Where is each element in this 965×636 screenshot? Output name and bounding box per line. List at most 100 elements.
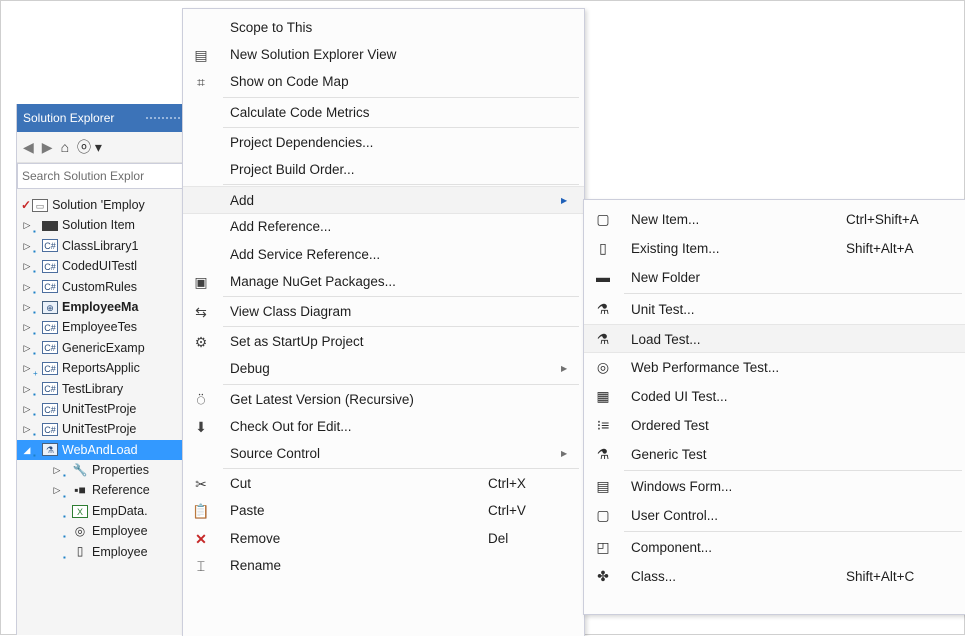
submenu-item-new-item[interactable]: ▢ New Item... Ctrl+Shift+A [584, 205, 965, 234]
menu-item-project-build-order[interactable]: Project Build Order... [183, 156, 584, 184]
submenu-item-label: New Item... [631, 212, 700, 227]
menu-item-scope-to-this[interactable]: Scope to This [183, 14, 584, 42]
submenu-item-new-folder[interactable]: ▬ New Folder [584, 263, 965, 292]
tree-item[interactable]: ▷ ▪ C# ClassLibrary1 [17, 236, 183, 256]
menu-item-project-dependencies[interactable]: Project Dependencies... [183, 129, 584, 157]
menu-item-view-class-diagram[interactable]: ⇆ View Class Diagram [183, 298, 584, 326]
expand-arrow-icon[interactable]: ▷ [21, 419, 33, 439]
solution-explorer-search-input[interactable]: Search Solution Explor [17, 163, 183, 189]
expand-arrow-icon[interactable]: ◢ [21, 440, 33, 460]
menu-item-new-solution-explorer-view[interactable]: ▤ New Solution Explorer View [183, 41, 584, 69]
tree-item[interactable]: ▷ ▪ C# EmployeeTes [17, 317, 183, 337]
expand-arrow-icon[interactable]: ▷ [21, 358, 33, 378]
tree-item[interactable]: ▪ ▯ Employee [17, 542, 183, 562]
folder-icon [42, 220, 58, 231]
expand-arrow-icon[interactable]: ▷ [21, 338, 33, 358]
pending-add-icon: + [33, 369, 38, 379]
menu-item-debug[interactable]: Debug ▶ [183, 355, 584, 383]
tree-item[interactable]: ✓ ▭ Solution 'Employ [17, 195, 183, 215]
menu-item-source-control[interactable]: Source Control ▶ [183, 440, 584, 468]
submenu-item-label: User Control... [631, 508, 719, 523]
expand-arrow-icon[interactable]: ▷ [21, 236, 33, 256]
tree-item[interactable]: ▷ ▪ C# UnitTestProje [17, 399, 183, 419]
menu-item-remove[interactable]: ✕ Remove Del [183, 525, 584, 553]
tree-item[interactable]: ▷ ▪ C# CodedUITestl [17, 256, 183, 276]
submenu-arrow-icon: ▶ [561, 449, 568, 458]
lock-icon: ▪ [63, 471, 66, 481]
expand-arrow-icon[interactable]: ▷ [51, 460, 63, 480]
lock-icon: ▪ [33, 226, 36, 236]
expand-arrow-icon[interactable]: ▷ [21, 256, 33, 276]
lock-icon: ▪ [33, 308, 36, 318]
tree-item[interactable]: ▷ ▪ Solution Item [17, 215, 183, 235]
menu-item-get-latest-version-recursive[interactable]: ⍥ Get Latest Version (Recursive) [183, 386, 584, 414]
submenu-item-label: Generic Test [631, 447, 707, 462]
menu-item-label: Check Out for Edit... [230, 418, 352, 434]
tree-item[interactable]: ◢ ▪ ⚗ WebAndLoad [17, 439, 183, 461]
tree-item[interactable]: ▷ ▪ ⊕ EmployeeMa [17, 297, 183, 317]
home-icon[interactable]: ⌂ [61, 132, 69, 162]
expand-arrow-icon[interactable]: ▷ [51, 480, 63, 500]
submenu-item-class[interactable]: ✤ Class... Shift+Alt+C [584, 562, 965, 591]
submenu-item-windows-form[interactable]: ▤ Windows Form... [584, 472, 965, 501]
expand-arrow-icon[interactable]: ▷ [21, 297, 33, 317]
ordered-test-icon: ⁝≡ [596, 417, 610, 433]
drag-grip[interactable] [145, 116, 183, 121]
wrench-icon: 🔧 [72, 462, 88, 477]
submenu-item-component[interactable]: ◰ Component... [584, 533, 965, 562]
tree-item[interactable]: ▷ ▪ ▪■ Reference [17, 480, 183, 500]
expand-arrow-icon[interactable]: ▷ [21, 379, 33, 399]
menu-item-calculate-code-metrics[interactable]: Calculate Code Metrics [183, 99, 584, 127]
submenu-item-shortcut: Shift+Alt+C [846, 569, 915, 584]
expand-arrow-icon[interactable]: ▷ [21, 215, 33, 235]
submenu-item-label: Class... [631, 569, 677, 584]
tree-item[interactable]: ▪ ◎ Employee [17, 521, 183, 541]
submenu-item-existing-item[interactable]: ▯ Existing Item... Shift+Alt+A [584, 234, 965, 263]
tree-item-label: CodedUITestl [62, 259, 138, 274]
web-project-icon: ⊕ [42, 300, 58, 314]
forward-icon[interactable]: ▶ [42, 132, 53, 162]
menu-item-manage-nuget-packages[interactable]: ▣ Manage NuGet Packages... [183, 268, 584, 296]
generic-test-icon: ⚗ [596, 446, 610, 462]
expand-arrow-icon[interactable]: ▷ [21, 317, 33, 337]
references-icon: ▪■ [74, 483, 86, 498]
tree-item-label: Properties [92, 463, 149, 478]
submenu-item-ordered-test[interactable]: ⁝≡ Ordered Test [584, 411, 965, 440]
csharp-project-icon: C# [42, 321, 58, 335]
menu-item-add[interactable]: Add ▶ [183, 186, 584, 215]
submenu-item-generic-test[interactable]: ⚗ Generic Test [584, 440, 965, 469]
expand-arrow-icon[interactable]: ▷ [21, 277, 33, 297]
submenu-item-label: Coded UI Test... [631, 389, 728, 404]
menu-item-show-on-code-map[interactable]: ⌗ Show on Code Map [183, 68, 584, 96]
tree-item[interactable]: ▷ ▪ C# UnitTestProje [17, 419, 183, 439]
tree-item[interactable]: ▷ ▪ 🔧 Properties [17, 460, 183, 480]
menu-item-cut[interactable]: ✂ Cut Ctrl+X [183, 470, 584, 498]
tree-item-label: EmployeeMa [62, 299, 139, 314]
new-view-icon: ▤ [194, 47, 208, 64]
menu-item-check-out-for-edit[interactable]: ⬇ Check Out for Edit... [183, 413, 584, 441]
submenu-item-load-test[interactable]: ⚗ Load Test... [584, 324, 965, 353]
menu-separator [223, 126, 579, 128]
submenu-item-user-control[interactable]: ▢ User Control... [584, 501, 965, 530]
submenu-item-web-performance-test[interactable]: ◎ Web Performance Test... [584, 353, 965, 382]
history-icon[interactable]: ⓞ ▾ [77, 132, 102, 162]
tree-item[interactable]: ▷ ▪ C# CustomRules [17, 277, 183, 297]
tree-item[interactable]: ▷ ▪ C# GenericExamp [17, 338, 183, 358]
tree-item[interactable]: ▷ ▪ C# TestLibrary [17, 379, 183, 399]
solution-icon: ▭ [32, 198, 49, 212]
back-icon[interactable]: ◀ [23, 132, 34, 162]
menu-item-paste[interactable]: 📋 Paste Ctrl+V [183, 497, 584, 525]
tree-item-label: TestLibrary [62, 381, 124, 396]
expand-arrow-icon[interactable]: ▷ [21, 399, 33, 419]
submenu-item-coded-ui-test[interactable]: ▦ Coded UI Test... [584, 382, 965, 411]
tree-item[interactable]: ▷ + C# ReportsApplic [17, 358, 183, 378]
menu-item-set-as-startup-project[interactable]: ⚙ Set as StartUp Project [183, 328, 584, 356]
menu-item-rename[interactable]: ⌶ Rename [183, 552, 584, 580]
menu-item-add-service-reference[interactable]: Add Service Reference... [183, 241, 584, 269]
csharp-project-icon: C# [42, 341, 58, 355]
submenu-item-unit-test[interactable]: ⚗ Unit Test... [584, 295, 965, 324]
menu-item-add-reference[interactable]: Add Reference... [183, 213, 584, 241]
lock-icon: ▪ [63, 552, 66, 562]
menu-item-label: Set as StartUp Project [230, 334, 364, 350]
tree-item[interactable]: ▪ X EmpData. [17, 501, 183, 521]
